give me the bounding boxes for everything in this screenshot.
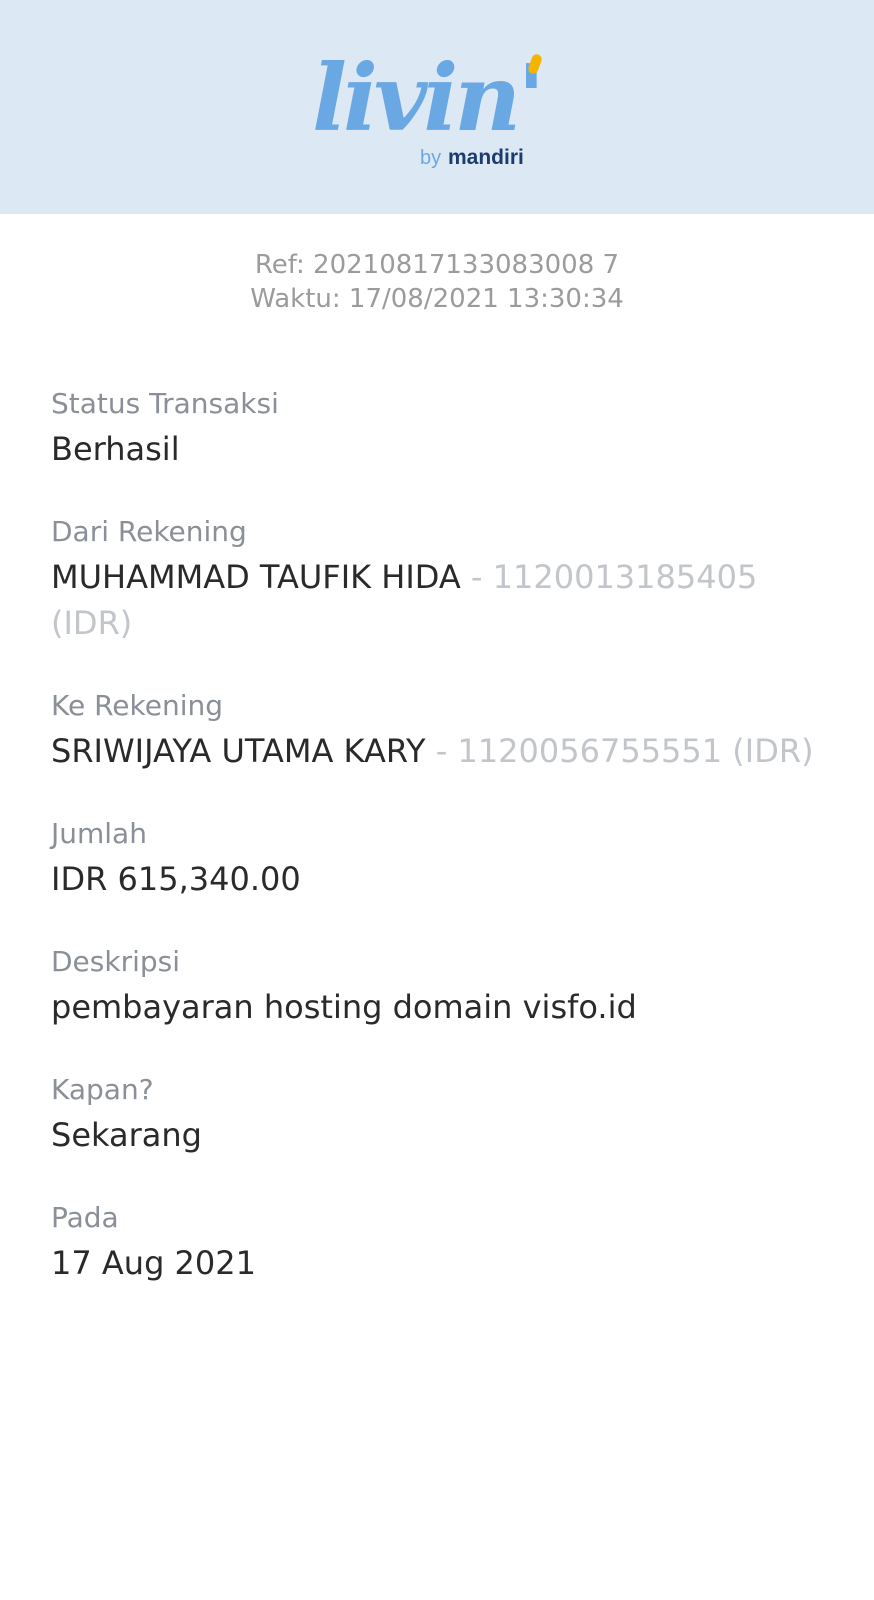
reference-number: Ref: 20210817133083008 7	[254, 250, 620, 280]
svg-text:mandiri: mandiri	[448, 146, 524, 169]
description-value: pembayaran hosting domain visfo.id	[51, 988, 637, 1026]
from-account-value: MUHAMMAD TAUFIK HIDA - 1120013185405 (ID…	[51, 554, 831, 646]
amount-label: Jumlah	[51, 817, 147, 850]
description-field: Deskripsi pembayaran hosting domain visf…	[51, 942, 831, 1030]
from-account-label: Dari Rekening	[51, 515, 247, 548]
amount-value: IDR 615,340.00	[51, 860, 301, 898]
livin-mandiri-logo: livin' by mandiri	[310, 32, 560, 182]
from-account-field: Dari Rekening MUHAMMAD TAUFIK HIDA - 112…	[51, 512, 831, 646]
status-field: Status Transaksi Berhasil	[51, 384, 831, 472]
amount-field: Jumlah IDR 615,340.00	[51, 814, 831, 902]
to-account-label: Ke Rekening	[51, 689, 224, 722]
to-account-name: SRIWIJAYA UTAMA KARY	[51, 732, 426, 770]
svg-text:livin': livin'	[312, 44, 541, 152]
schedule-label: Kapan?	[51, 1073, 154, 1106]
app-header: livin' by mandiri	[0, 0, 874, 214]
to-account-field: Ke Rekening SRIWIJAYA UTAMA KARY - 11200…	[51, 686, 831, 774]
status-value: Berhasil	[51, 430, 180, 468]
schedule-field: Kapan? Sekarang	[51, 1070, 831, 1158]
date-value: 17 Aug 2021	[51, 1244, 256, 1282]
from-account-name: MUHAMMAD TAUFIK HIDA	[51, 558, 461, 596]
reference-block: Ref: 20210817133083008 7 Waktu: 17/08/20…	[0, 248, 874, 316]
description-label: Deskripsi	[51, 945, 181, 978]
date-field: Pada 17 Aug 2021	[51, 1198, 831, 1286]
to-account-value: SRIWIJAYA UTAMA KARY - 1120056755551 (ID…	[51, 728, 831, 774]
transaction-time: Waktu: 17/08/2021 13:30:34	[250, 284, 624, 314]
schedule-value: Sekarang	[51, 1116, 202, 1154]
to-account-number: - 1120056755551 (IDR)	[425, 732, 814, 770]
date-label: Pada	[51, 1201, 119, 1234]
svg-text:by: by	[420, 147, 441, 169]
status-label: Status Transaksi	[51, 387, 279, 420]
